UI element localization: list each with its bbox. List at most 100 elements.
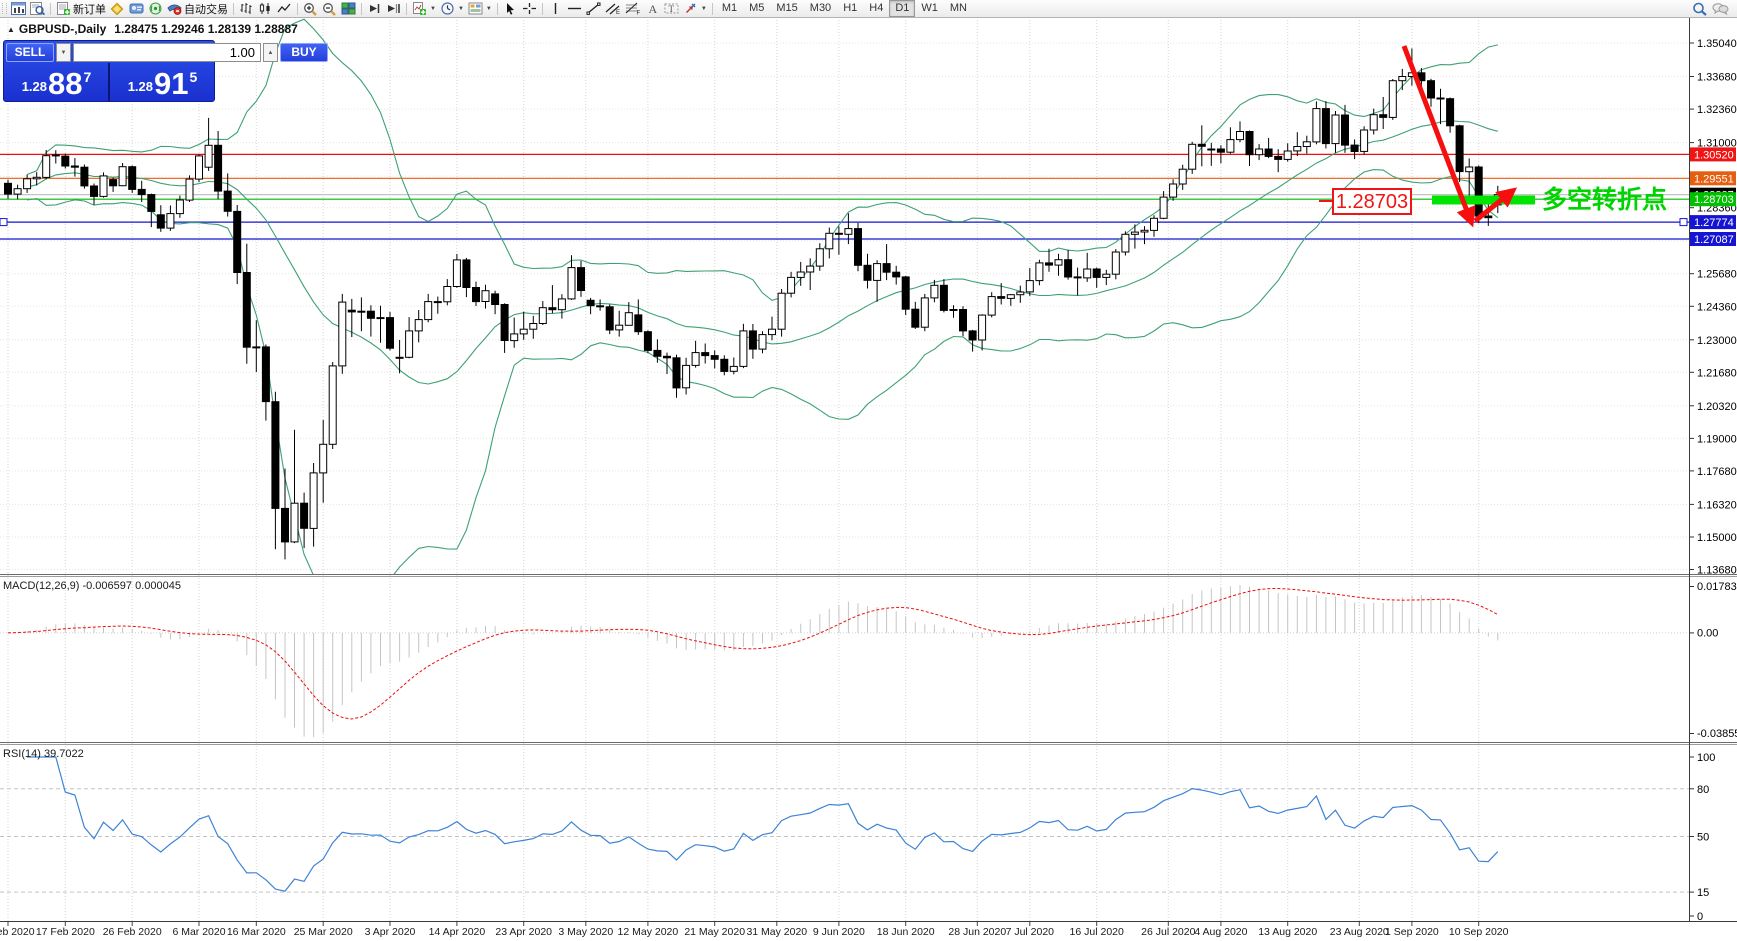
svg-text:1 Sep 2020: 1 Sep 2020: [1385, 926, 1439, 938]
search-icon: [1692, 2, 1708, 16]
buy-price[interactable]: 1.28 91 5: [110, 63, 214, 101]
tab-period-m15[interactable]: M15: [770, 0, 803, 17]
tab-period-mn[interactable]: MN: [944, 0, 973, 17]
equidistant-channel-button[interactable]: E: [603, 1, 623, 17]
price-tag: 1.30520: [1690, 147, 1736, 161]
zoom-out-button[interactable]: [320, 1, 339, 17]
tab-period-h1[interactable]: H1: [837, 0, 863, 17]
new-chart-button[interactable]: [9, 1, 28, 17]
new-chart-icon: [11, 2, 26, 15]
chevron-down-icon: ▼: [458, 6, 464, 12]
trendline-button[interactable]: [584, 1, 603, 17]
svg-text:1.19000: 1.19000: [1697, 433, 1737, 445]
svg-text:1.27087: 1.27087: [1694, 234, 1734, 246]
bars-chart-button[interactable]: [237, 1, 256, 17]
chart-canvas[interactable]: 7 Feb 202017 Feb 202026 Feb 20206 Mar 20…: [0, 0, 1737, 941]
line-chart-icon: [277, 2, 292, 15]
chart-shift-icon: [386, 2, 401, 15]
svg-text:1.28703: 1.28703: [1336, 191, 1408, 213]
buy-button[interactable]: BUY: [280, 43, 328, 62]
volume-down-stepper[interactable]: ▼: [56, 43, 71, 62]
label-tool-icon: T: [664, 2, 679, 15]
sell-price[interactable]: 1.28 88 7: [4, 63, 110, 101]
terminal-button[interactable]: [127, 1, 146, 17]
svg-text:0.00: 0.00: [1697, 627, 1718, 639]
arrows-tool-button[interactable]: ▼: [681, 1, 709, 17]
chart-shift-button[interactable]: [384, 1, 403, 17]
tab-period-m1[interactable]: M1: [716, 0, 743, 17]
search-button[interactable]: [1690, 1, 1710, 17]
separator: [297, 3, 298, 15]
svg-text:1.29551: 1.29551: [1694, 173, 1734, 185]
crosshair-button[interactable]: [520, 1, 539, 17]
svg-text:1.27774: 1.27774: [1694, 217, 1734, 229]
candles-chart-icon: [258, 2, 273, 15]
svg-text:1.17680: 1.17680: [1697, 466, 1737, 478]
autotrade-button[interactable]: 自动交易: [165, 1, 230, 17]
fibonacci-icon: F: [625, 2, 641, 15]
bars-chart-icon: [239, 2, 254, 15]
zoom-in-button[interactable]: [301, 1, 320, 17]
templates-button[interactable]: ▼: [466, 1, 494, 17]
vertical-line-button[interactable]: [546, 1, 565, 17]
separator: [542, 3, 543, 15]
svg-text:0.017833: 0.017833: [1697, 581, 1737, 593]
tab-period-m5[interactable]: M5: [743, 0, 770, 17]
new-order-button[interactable]: 新订单: [54, 1, 108, 17]
trendline-icon: [586, 2, 601, 15]
one-click-trading-panel: SELL ▼ ▲ BUY 1.28 88 7 1.28 91 5: [3, 40, 215, 102]
periods-button[interactable]: ▼: [438, 1, 466, 17]
fibonacci-button[interactable]: F: [623, 1, 643, 17]
profiles-button[interactable]: [28, 1, 47, 17]
horizontal-line-icon: [567, 2, 582, 15]
svg-text:1.28703: 1.28703: [1694, 194, 1734, 206]
symbol-title: GBPUSD-,Daily: [19, 22, 106, 36]
volume-input[interactable]: [73, 43, 261, 62]
indicators-button[interactable]: ▼: [410, 1, 438, 17]
price-tag: 1.27774: [1690, 215, 1736, 229]
annotation-green-bar: [1432, 196, 1535, 205]
svg-text:12 May 2020: 12 May 2020: [618, 926, 679, 938]
toolbar-grip: [2, 3, 7, 14]
tab-period-d1[interactable]: D1: [889, 0, 915, 17]
svg-text:26 Feb 2020: 26 Feb 2020: [103, 926, 162, 938]
volume-up-stepper[interactable]: ▲: [263, 43, 278, 62]
indicators-icon: [412, 2, 427, 16]
svg-text:21 May 2020: 21 May 2020: [684, 926, 745, 938]
vertical-line-icon: [550, 2, 561, 15]
line-chart-button[interactable]: [275, 1, 294, 17]
candles-chart-button[interactable]: [256, 1, 275, 17]
tab-period-h4[interactable]: H4: [863, 0, 889, 17]
tile-windows-button[interactable]: [339, 1, 358, 17]
svg-text:-0.038559: -0.038559: [1697, 728, 1737, 740]
tab-period-w1[interactable]: W1: [915, 0, 944, 17]
tile-windows-icon: [341, 2, 356, 15]
auto-scroll-button[interactable]: [365, 1, 384, 17]
svg-text:1.15000: 1.15000: [1697, 532, 1737, 544]
metaeditor-button[interactable]: [108, 1, 127, 17]
svg-text:1.33680: 1.33680: [1697, 72, 1737, 84]
price-tag: 1.27087: [1690, 232, 1736, 246]
sell-button[interactable]: SELL: [6, 43, 54, 62]
collapse-panel-icon[interactable]: ▲: [7, 25, 15, 34]
text-tool-button[interactable]: A: [643, 1, 662, 17]
tab-period-m30[interactable]: M30: [804, 0, 837, 17]
horizontal-line-button[interactable]: [565, 1, 584, 17]
svg-text:15: 15: [1697, 887, 1709, 899]
cursor-button[interactable]: [501, 1, 520, 17]
svg-text:1.24360: 1.24360: [1697, 301, 1737, 313]
price-tag: 1.28703: [1690, 192, 1736, 206]
chat-icon: [1712, 2, 1729, 15]
buy-price-small: 1.28: [128, 79, 153, 94]
autotrade-icon: [167, 2, 182, 15]
svg-text:6 Mar 2020: 6 Mar 2020: [172, 926, 225, 938]
svg-text:1.21680: 1.21680: [1697, 367, 1737, 379]
annotation-price-label: 1.28703: [1333, 189, 1411, 214]
terminal-icon: [129, 2, 144, 15]
svg-text:4 Aug 2020: 4 Aug 2020: [1194, 926, 1247, 938]
svg-text:1.23000: 1.23000: [1697, 335, 1737, 347]
signals-button[interactable]: [146, 1, 165, 17]
label-tool-button[interactable]: T: [662, 1, 681, 17]
chat-button[interactable]: [1710, 1, 1731, 17]
buy-price-big: 91: [154, 70, 188, 97]
